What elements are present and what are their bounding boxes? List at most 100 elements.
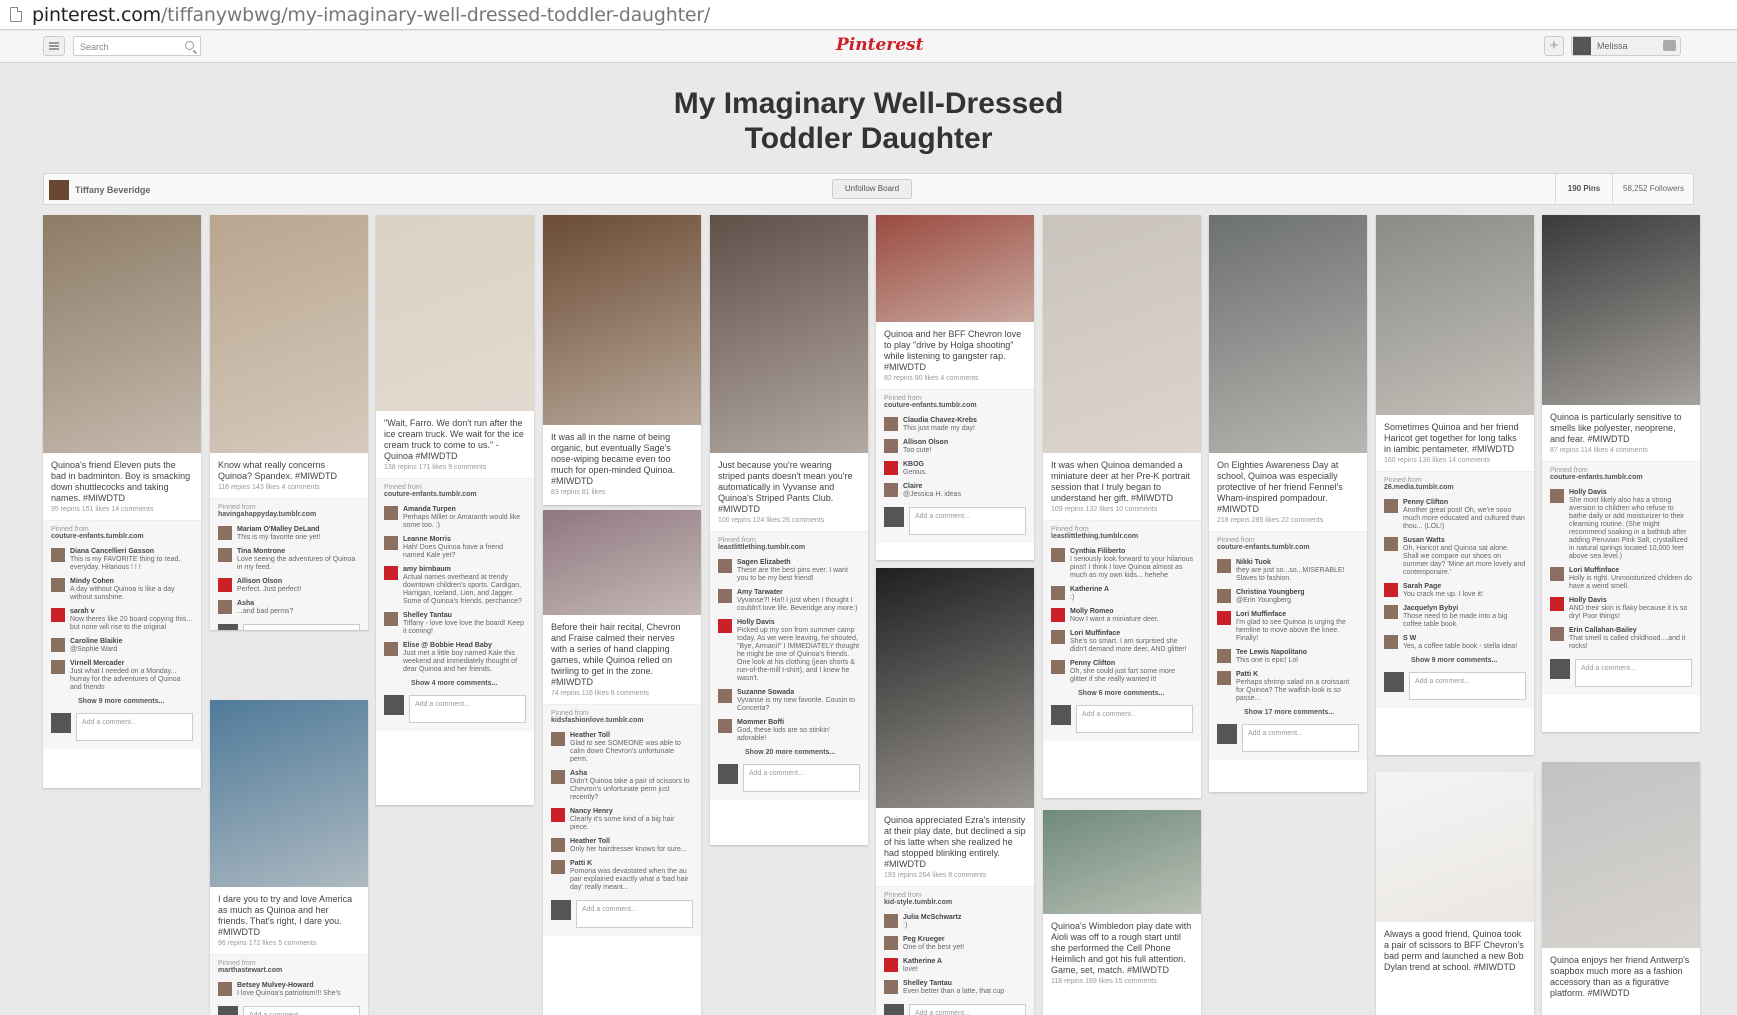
commenter-name[interactable]: Claudia Chavez-Krebs [903, 417, 977, 425]
pin-card[interactable]: Sometimes Quinoa and her friend Haricot … [1376, 215, 1534, 755]
browser-address-bar[interactable]: pinterest.com/tiffanywbwg/my-imaginary-w… [0, 0, 1737, 30]
add-comment-input[interactable]: Add a comment... [76, 713, 193, 741]
add-comment-input[interactable]: Add a comment... [1242, 724, 1359, 752]
commenter-avatar[interactable] [1051, 548, 1065, 562]
commenter-name[interactable]: Lori Muffinface [1070, 630, 1193, 638]
commenter-avatar[interactable] [1051, 586, 1065, 600]
commenter-avatar[interactable] [384, 642, 398, 656]
pin-card[interactable]: Just because you're wearing striped pant… [710, 215, 868, 845]
commenter-name[interactable]: Caroline Blaikie [70, 638, 123, 646]
commenter-avatar[interactable] [51, 638, 65, 652]
pin-source[interactable]: Pinned from havingahappyday.tumblr.com [210, 498, 368, 523]
add-comment-input[interactable]: Add a comment... [409, 695, 526, 723]
commenter-avatar[interactable] [1550, 597, 1564, 611]
commenter-avatar[interactable] [1217, 649, 1231, 663]
menu-button[interactable] [43, 36, 65, 56]
pin-image[interactable] [210, 700, 368, 887]
pin-source[interactable]: Pinned from leastlittlething.tumblr.com [1043, 520, 1201, 545]
commenter-name[interactable]: Tina Montrone [237, 548, 360, 556]
commenter-name[interactable]: Claire [903, 483, 961, 491]
commenter-avatar[interactable] [384, 536, 398, 550]
commenter-name[interactable]: Holly Davis [1569, 597, 1692, 605]
pin-source-link[interactable]: 26.media.tumblr.com [1384, 484, 1526, 491]
commenter-name[interactable]: Patti K [1236, 671, 1359, 679]
add-pin-button[interactable]: + [1544, 36, 1564, 56]
commenter-avatar[interactable] [718, 589, 732, 603]
pin-stats[interactable]: 100 repins 124 likes 26 comments [710, 517, 868, 531]
pin-card[interactable]: I dare you to try and love America as mu… [210, 700, 368, 1015]
commenter-avatar[interactable] [884, 958, 898, 972]
commenter-name[interactable]: KBOG [903, 461, 927, 469]
pin-source-link[interactable]: leastlittlething.tumblr.com [1051, 533, 1193, 540]
commenter-avatar[interactable] [884, 417, 898, 431]
commenter-avatar[interactable] [718, 719, 732, 733]
commenter-avatar[interactable] [1051, 630, 1065, 644]
pin-card[interactable]: Quinoa is particularly sensitive to smel… [1542, 215, 1700, 732]
pin-stats[interactable]: 74 repins 116 likes 6 comments [543, 690, 701, 704]
commenter-avatar[interactable] [718, 619, 732, 633]
add-comment-input[interactable]: Add a comment... [1409, 672, 1526, 700]
commenter-avatar[interactable] [51, 660, 65, 674]
notifications-icon[interactable] [1663, 40, 1676, 51]
pin-image[interactable] [1043, 810, 1201, 914]
commenter-name[interactable]: Shelley Tantau [403, 612, 526, 620]
commenter-name[interactable]: Suzanne Sowada [737, 689, 860, 697]
pin-stats[interactable]: 87 repins 114 likes 4 comments [1542, 447, 1700, 461]
pin-card[interactable]: Quinoa's Wimbledon play date with Aioli … [1043, 810, 1201, 1015]
commenter-avatar[interactable] [1550, 627, 1564, 641]
pin-stats[interactable]: 218 repins 285 likes 22 comments [1209, 517, 1367, 531]
show-more-comments-link[interactable]: Show 9 more comments... [1376, 654, 1534, 667]
commenter-name[interactable]: Holly Davis [1569, 489, 1692, 497]
commenter-avatar[interactable] [551, 860, 565, 874]
pin-stats[interactable]: 82 repins 90 likes 4 comments [876, 375, 1034, 389]
commenter-name[interactable]: Allison Olson [237, 578, 301, 586]
commenter-name[interactable]: Sagen Elizabeth [737, 559, 860, 567]
commenter-name[interactable]: Heather Toll [570, 838, 687, 846]
pin-image[interactable] [876, 568, 1034, 808]
commenter-name[interactable]: Penny Clifton [1403, 499, 1526, 507]
pin-card[interactable]: Always a good friend, Quinoa took a pair… [1376, 772, 1534, 1015]
commenter-avatar[interactable] [1217, 589, 1231, 603]
pin-card[interactable]: Know what really concerns Quinoa? Spande… [210, 215, 368, 630]
pin-image[interactable] [1209, 215, 1367, 453]
commenter-avatar[interactable] [551, 770, 565, 784]
search-icon[interactable] [185, 41, 194, 50]
pin-source[interactable]: Pinned from kid-style.tumblr.com [876, 886, 1034, 911]
add-comment-input[interactable]: Add a comment... [909, 1004, 1026, 1015]
commenter-name[interactable]: Mindy Cohen [70, 578, 193, 586]
commenter-name[interactable]: Patti K [570, 860, 693, 868]
commenter-avatar[interactable] [51, 608, 65, 622]
commenter-name[interactable]: Katherine A [903, 958, 942, 966]
commenter-avatar[interactable] [718, 689, 732, 703]
commenter-name[interactable]: Allison Olson [903, 439, 948, 447]
pin-image[interactable] [543, 510, 701, 615]
commenter-name[interactable]: Heather Toll [570, 732, 693, 740]
commenter-avatar[interactable] [551, 732, 565, 746]
pin-stats[interactable]: 96 repins 172 likes 5 comments [210, 940, 368, 954]
commenter-name[interactable]: Nancy Henry [570, 808, 693, 816]
commenter-name[interactable]: Diana Cancellieri Gasson [70, 548, 193, 556]
commenter-name[interactable]: Lori Muffinface [1236, 611, 1359, 619]
commenter-avatar[interactable] [1550, 489, 1564, 503]
commenter-name[interactable]: Asha [570, 770, 693, 778]
pin-stats[interactable]: 83 repins 81 likes [543, 489, 701, 503]
commenter-avatar[interactable] [1051, 660, 1065, 674]
pin-image[interactable] [1376, 772, 1534, 922]
url-text[interactable]: pinterest.com/tiffanywbwg/my-imaginary-w… [32, 4, 710, 26]
pin-image[interactable] [710, 215, 868, 453]
show-more-comments-link[interactable]: Show 4 more comments... [376, 677, 534, 690]
commenter-avatar[interactable] [551, 808, 565, 822]
pin-card[interactable]: Quinoa enjoys her friend Antwerp's soapb… [1542, 762, 1700, 1015]
pin-card[interactable]: On Eighties Awareness Day at school, Qui… [1209, 215, 1367, 792]
pin-stats[interactable]: 116 repins 143 likes 4 comments [210, 484, 368, 498]
pin-image[interactable] [43, 215, 201, 453]
pin-card[interactable]: "Wait, Farro. We don't run after the ice… [376, 215, 534, 805]
commenter-avatar[interactable] [1384, 635, 1398, 649]
commenter-name[interactable]: Amy Tarwater [737, 589, 860, 597]
commenter-avatar[interactable] [218, 526, 232, 540]
pin-image[interactable] [376, 215, 534, 411]
pin-source-link[interactable]: couture-enfants.tumblr.com [1217, 544, 1359, 551]
commenter-name[interactable]: Christina Youngberg [1236, 589, 1305, 597]
add-comment-input[interactable]: Add a comment... [243, 1006, 360, 1015]
commenter-avatar[interactable] [884, 936, 898, 950]
